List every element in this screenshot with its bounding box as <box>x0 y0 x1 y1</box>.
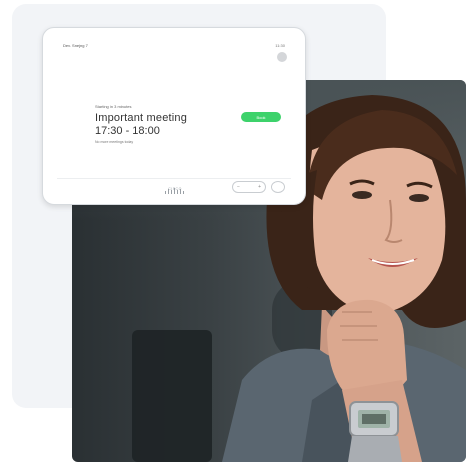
room-booking-device: Dev. Snejng 7 11:30 Starting in 3 minute… <box>42 27 306 205</box>
status-clock: 11:30 <box>275 43 285 48</box>
mute-button[interactable] <box>271 181 285 193</box>
next-meeting-info: No more meetings today <box>95 140 134 144</box>
volume-down-button[interactable]: − <box>237 182 240 192</box>
cisco-wordmark: CISCO <box>168 187 182 191</box>
volume-control[interactable]: − + <box>232 181 266 193</box>
volume-up-button[interactable]: + <box>258 182 261 192</box>
avatar[interactable] <box>277 52 287 62</box>
device-screen: Dev. Snejng 7 11:30 Starting in 3 minute… <box>57 40 291 179</box>
room-name: Dev. Snejng 7 <box>63 43 88 48</box>
book-button[interactable]: Book <box>241 112 281 122</box>
cisco-logo: CISCO <box>163 181 187 194</box>
meeting-label: Starting in 3 minutes <box>95 104 132 109</box>
meeting-time: 17:30 - 18:00 <box>95 125 160 137</box>
meeting-title: Important meeting <box>95 112 188 124</box>
